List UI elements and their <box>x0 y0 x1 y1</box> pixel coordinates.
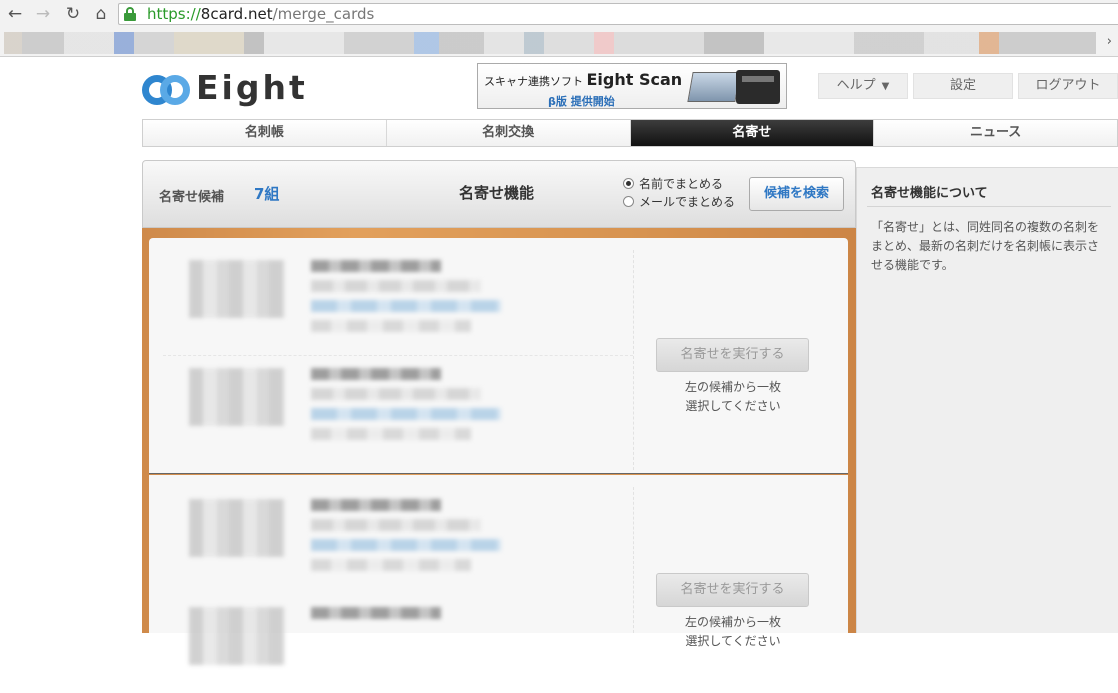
merge-hint: 左の候補から一枚 選択してください <box>684 380 781 413</box>
bookmarks-bar: › <box>0 29 1118 56</box>
reload-icon[interactable]: ↻ <box>62 3 84 25</box>
sidebar-divider <box>867 206 1111 207</box>
card-divider <box>163 355 633 356</box>
tab-card-list[interactable]: 名刺帳 <box>143 120 387 146</box>
back-arrow-icon[interactable]: ← <box>4 3 26 25</box>
candidate-card[interactable] <box>163 364 501 454</box>
candidates-label: 名寄せ候補 <box>159 190 225 205</box>
eight-scan-banner[interactable]: スキャナ連携ソフト Eight Scan β版 提供開始 <box>477 63 787 109</box>
merge-info-sidebar: 名寄せ機能について 「名寄せ」とは、同姓同名の複数の名刺をまとめ、最新の名刺だけ… <box>856 167 1118 633</box>
merge-panel-header: 名寄せ候補 7組 名寄せ機能 名前でまとめる メールでまとめる 候補を検索 <box>142 160 856 228</box>
radio-group-by-name[interactable]: 名前でまとめる <box>623 175 723 192</box>
blurred-bookmarks[interactable] <box>4 32 1096 54</box>
eight-logo[interactable]: Eight <box>142 66 305 110</box>
sidebar-title: 名寄せ機能について <box>871 186 988 201</box>
home-icon[interactable]: ⌂ <box>90 3 112 25</box>
merge-hint: 左の候補から一枚 選択してください <box>684 615 781 648</box>
tab-merge[interactable]: 名寄せ <box>630 120 875 146</box>
url-text: https://8card.net/merge_cards <box>147 5 375 23</box>
scanner-product-image <box>684 66 784 106</box>
page-title: 名寄せ機能 <box>459 184 535 202</box>
radio-unchecked-icon[interactable] <box>623 196 634 207</box>
group-divider <box>633 250 634 470</box>
merge-candidates-area: 名寄せを実行する 左の候補から一枚 選択してください 名寄せを実行する 左の候補… <box>142 228 856 665</box>
radio-checked-icon[interactable] <box>623 178 634 189</box>
candidate-group: 名寄せを実行する 左の候補から一枚 選択してください <box>149 475 848 665</box>
forward-arrow-icon[interactable]: → <box>32 3 54 25</box>
radio-group-by-email[interactable]: メールでまとめる <box>623 193 735 210</box>
tab-news[interactable]: ニュース <box>874 120 1117 146</box>
lock-icon <box>124 7 136 21</box>
eight-logo-mark-icon <box>142 73 192 105</box>
candidate-card[interactable] <box>163 495 501 585</box>
bookmarks-overflow-chevron[interactable]: › <box>1107 34 1112 49</box>
sidebar-description: 「名寄せ」とは、同姓同名の複数の名刺をまとめ、最新の名刺だけを名刺帳に表示させる… <box>871 220 1100 272</box>
candidate-card[interactable] <box>163 256 501 346</box>
group-divider <box>633 487 634 633</box>
candidates-count: 7組 <box>254 185 280 203</box>
merge-execute-button[interactable]: 名寄せを実行する <box>656 573 809 607</box>
tab-card-exchange[interactable]: 名刺交換 <box>387 120 631 146</box>
settings-button[interactable]: 設定 <box>913 73 1013 99</box>
search-candidates-button[interactable]: 候補を検索 <box>749 177 844 211</box>
chevron-down-icon: ▼ <box>881 81 890 92</box>
browser-toolbar: ← → ↻ ⌂ https://8card.net/merge_cards › <box>0 0 1118 57</box>
main-nav-tabs: 名刺帳 名刺交換 名寄せ ニュース <box>142 119 1118 147</box>
candidate-group: 名寄せを実行する 左の候補から一枚 選択してください <box>149 238 848 474</box>
logout-button[interactable]: ログアウト <box>1018 73 1118 99</box>
merge-execute-button[interactable]: 名寄せを実行する <box>656 338 809 372</box>
address-bar[interactable]: https://8card.net/merge_cards <box>118 3 1118 25</box>
help-button[interactable]: ヘルプ ▼ <box>818 73 908 99</box>
candidate-card[interactable] <box>163 603 493 693</box>
